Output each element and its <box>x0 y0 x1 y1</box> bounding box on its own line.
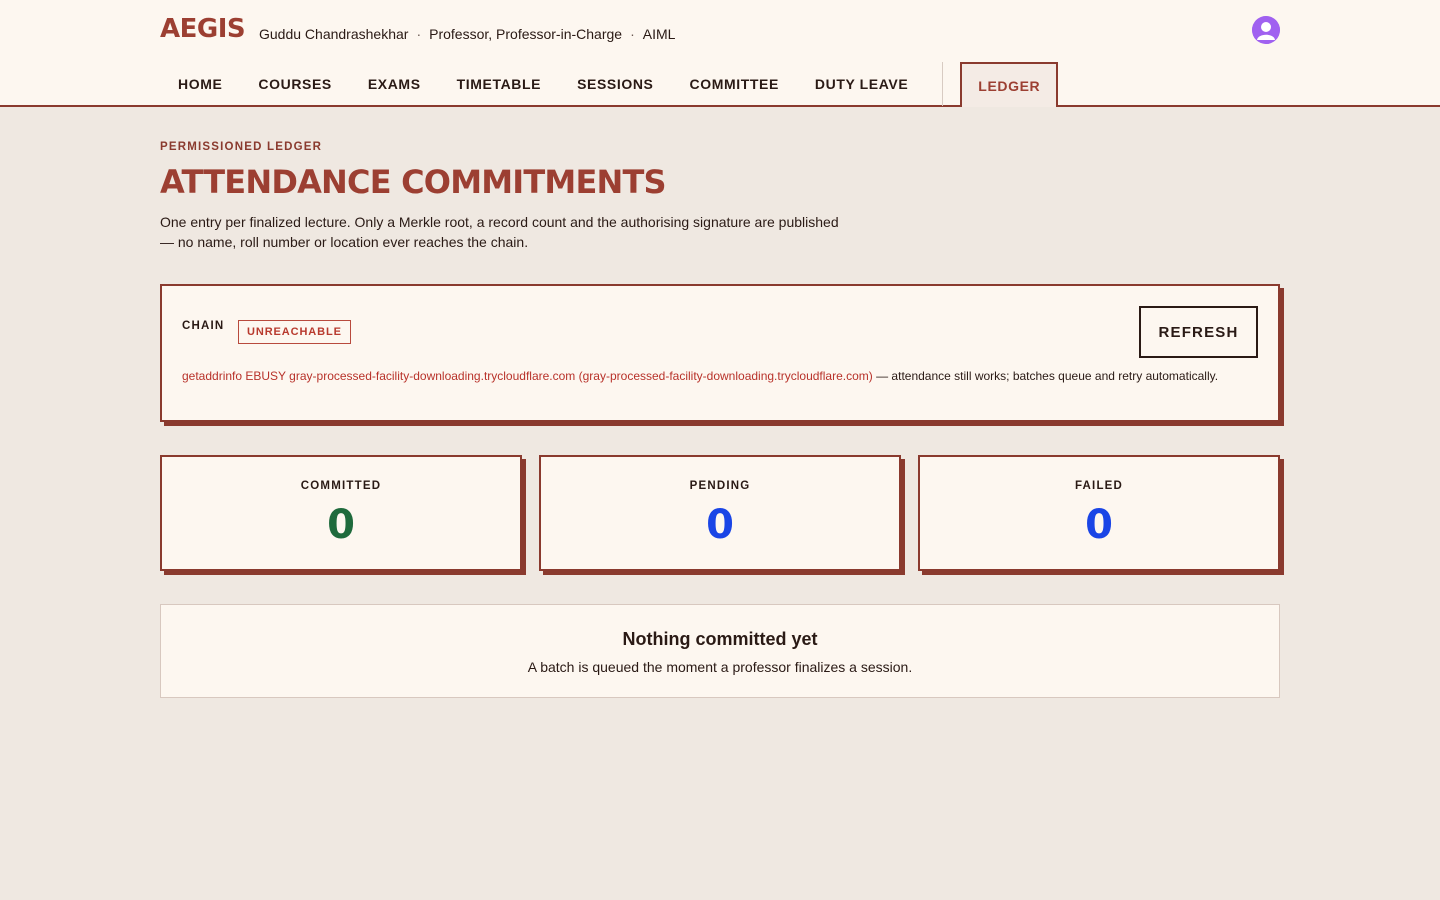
chain-error-text: getaddrinfo EBUSY gray-processed-facilit… <box>182 369 873 383</box>
chain-note-text: — attendance still works; batches queue … <box>872 369 1219 383</box>
stat-failed-card: FAILED 0 <box>918 455 1280 571</box>
stat-committed-value: 0 <box>327 502 355 548</box>
page-title: ATTENDANCE COMMITMENTS <box>160 163 667 201</box>
nav-duty-leave[interactable]: DUTY LEAVE <box>797 62 926 106</box>
top-header: AEGIS Guddu Chandrashekhar · Professor, … <box>0 0 1440 107</box>
nav-courses[interactable]: COURSES <box>240 62 349 106</box>
separator-dot: · <box>416 26 422 42</box>
nav-ledger[interactable]: LEDGER <box>960 62 1059 107</box>
stat-failed-label: FAILED <box>1074 480 1124 492</box>
chain-label: CHAIN <box>182 320 225 332</box>
user-department: AIML <box>642 26 676 42</box>
user-name: Guddu Chandrashekhar <box>259 26 409 42</box>
separator-dot: · <box>630 26 635 42</box>
page-eyebrow: PERMISSIONED LEDGER <box>160 141 323 153</box>
stat-pending-value: 0 <box>706 502 734 548</box>
status-badge: UNREACHABLE <box>238 320 351 344</box>
nav-sessions[interactable]: SESSIONS <box>559 62 671 106</box>
empty-state-title: Nothing committed yet <box>622 629 818 649</box>
stat-committed-card: COMMITTED 0 <box>160 455 522 571</box>
stat-failed-value: 0 <box>1085 502 1113 548</box>
nav-home[interactable]: HOME <box>160 62 240 106</box>
nav-timetable[interactable]: TIMETABLE <box>439 62 559 106</box>
page-description: One entry per finalized lecture. Only a … <box>160 214 839 250</box>
user-info: Guddu Chandrashekhar · Professor, Profes… <box>259 26 675 42</box>
nav-committee[interactable]: COMMITTEE <box>672 62 797 106</box>
chain-message: getaddrinfo EBUSY gray-processed-facilit… <box>182 368 1262 384</box>
avatar[interactable] <box>1252 16 1280 44</box>
refresh-button[interactable]: REFRESH <box>1139 306 1258 358</box>
stat-committed-label: COMMITTED <box>300 480 382 492</box>
brand-logo[interactable]: AEGIS <box>160 14 246 44</box>
empty-state-subtitle: A batch is queued the moment a professor… <box>527 659 913 675</box>
nav-exams[interactable]: EXAMS <box>350 62 439 106</box>
user-icon <box>1252 16 1280 44</box>
nav-divider <box>942 62 944 106</box>
main-nav: HOME COURSES EXAMS TIMETABLE SESSIONS CO… <box>160 62 1059 107</box>
empty-state-card: Nothing committed yet A batch is queued … <box>160 604 1280 698</box>
stat-pending-label: PENDING <box>689 480 751 492</box>
chain-status-card: CHAIN UNREACHABLE REFRESH getaddrinfo EB… <box>160 284 1280 422</box>
user-role: Professor, Professor-in-Charge <box>429 26 623 42</box>
stat-pending-card: PENDING 0 <box>539 455 901 571</box>
